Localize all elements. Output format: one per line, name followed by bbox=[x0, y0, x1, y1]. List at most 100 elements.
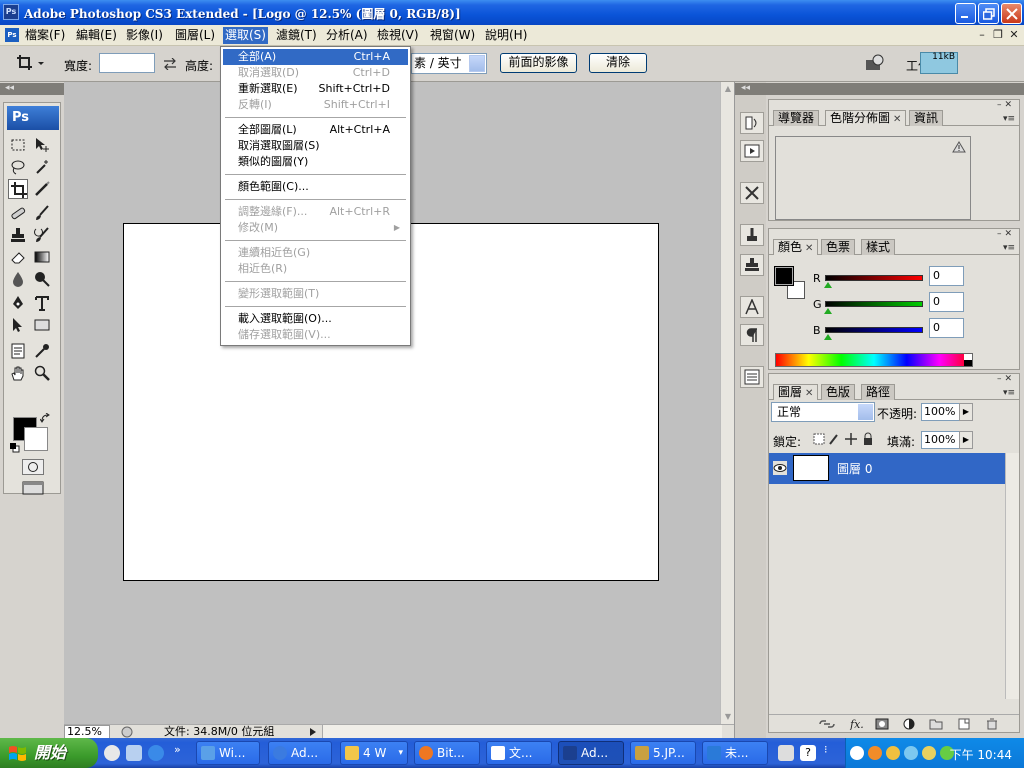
lasso-tool[interactable] bbox=[8, 157, 28, 177]
scroll-down-icon[interactable]: ▼ bbox=[723, 712, 733, 722]
actions-panel-button[interactable] bbox=[740, 140, 764, 162]
start-button[interactable]: 開始 bbox=[0, 738, 98, 768]
history-brush-tool[interactable] bbox=[32, 225, 52, 245]
menu-item-save-selection[interactable]: 儲存選取範圍(V)... bbox=[223, 327, 408, 343]
menu-file[interactable]: 檔案(F) bbox=[23, 27, 67, 44]
crop-tool-preset-icon[interactable] bbox=[16, 54, 46, 72]
status-arrow-icon[interactable] bbox=[308, 727, 318, 737]
dock-expand-arrows[interactable]: ◂◂ bbox=[735, 83, 767, 95]
doc-restore-icon[interactable]: ❐ bbox=[991, 29, 1005, 43]
taskbar-task-5[interactable]: 文... bbox=[486, 741, 552, 765]
tab-close-icon[interactable]: ✕ bbox=[805, 243, 813, 254]
tab-info[interactable]: 資訊 bbox=[909, 110, 944, 126]
tray-back-icon[interactable] bbox=[850, 746, 864, 760]
tab-swatches[interactable]: 色票 bbox=[821, 239, 856, 255]
shape-tool[interactable] bbox=[32, 315, 52, 335]
menu-item-grow[interactable]: 連續相近色(G) bbox=[223, 245, 408, 261]
blue-slider-handle[interactable] bbox=[824, 334, 832, 340]
tab-channels[interactable]: 色版 bbox=[821, 384, 856, 400]
front-image-button[interactable]: 前面的影像 bbox=[500, 53, 577, 73]
magic-wand-tool[interactable] bbox=[32, 157, 52, 177]
taskbar-task-6[interactable]: Ad... bbox=[558, 741, 624, 765]
panel-menu-icon[interactable]: ▾≡ bbox=[1003, 388, 1015, 398]
brush-tool[interactable] bbox=[32, 203, 52, 223]
zoom-level-field[interactable]: 12.5% bbox=[64, 725, 110, 739]
quicklaunch-ie-icon[interactable] bbox=[148, 745, 164, 761]
history-panel-button[interactable] bbox=[740, 112, 764, 134]
menu-filter[interactable]: 濾鏡(T) bbox=[274, 27, 319, 44]
menu-analysis[interactable]: 分析(A) bbox=[324, 27, 370, 44]
width-input[interactable] bbox=[99, 53, 155, 73]
panel-min-close-icon[interactable]: –✕ bbox=[997, 374, 1015, 384]
taskbar-task-2[interactable]: Ad... bbox=[268, 741, 332, 765]
eyedropper-tool[interactable] bbox=[32, 341, 52, 361]
layer-comps-button[interactable] bbox=[740, 366, 764, 388]
panel-menu-icon[interactable]: ▾≡ bbox=[1003, 114, 1015, 124]
keyboard-icon[interactable] bbox=[778, 745, 794, 761]
menu-item-all[interactable]: 全部(A) Ctrl+A bbox=[223, 49, 408, 65]
layer-row[interactable]: 圖層 0 bbox=[769, 453, 1005, 484]
marquee-tool[interactable] bbox=[8, 135, 28, 155]
tray-network-icon[interactable] bbox=[886, 746, 900, 760]
zoom-tool[interactable] bbox=[32, 363, 52, 383]
panel-min-close-icon[interactable]: –✕ bbox=[997, 229, 1015, 239]
tray-volume-icon[interactable] bbox=[904, 746, 918, 760]
status-menu-icon[interactable] bbox=[120, 726, 134, 738]
menu-item-all-layers[interactable]: 全部圖層(L) Alt+Ctrl+A bbox=[223, 122, 408, 138]
adjustment-layer-icon[interactable] bbox=[903, 718, 917, 730]
quicklaunch-expand-icon[interactable]: » bbox=[174, 743, 181, 756]
slice-tool[interactable] bbox=[32, 179, 52, 199]
warning-icon[interactable] bbox=[952, 141, 966, 153]
layer-visibility-eye-icon[interactable] bbox=[773, 461, 787, 475]
green-slider-handle[interactable] bbox=[824, 308, 832, 314]
menu-edit[interactable]: 編輯(E) bbox=[74, 27, 119, 44]
panel-menu-icon[interactable]: ▾≡ bbox=[1003, 243, 1015, 253]
pen-tool[interactable] bbox=[8, 293, 28, 313]
menu-item-load-selection[interactable]: 載入選取範圍(O)... bbox=[223, 311, 408, 327]
swap-dimensions-icon[interactable] bbox=[163, 58, 177, 70]
menu-item-color-range[interactable]: 顏色範圍(C)... bbox=[223, 179, 408, 195]
panel-collapse-arrows[interactable]: ◂◂ bbox=[0, 83, 64, 95]
language-bar-icon[interactable]: ⁝ bbox=[824, 743, 828, 756]
green-value-input[interactable]: 0 bbox=[929, 292, 964, 312]
tab-histogram[interactable]: 色階分佈圖 ✕ bbox=[825, 110, 907, 126]
blue-value-input[interactable]: 0 bbox=[929, 318, 964, 338]
doc-close-icon[interactable]: ✕ bbox=[1007, 29, 1021, 43]
delete-layer-icon[interactable] bbox=[985, 718, 999, 730]
panel-min-close-icon[interactable]: –✕ bbox=[997, 100, 1015, 110]
fx-icon[interactable]: fx. bbox=[849, 718, 865, 730]
menu-window[interactable]: 視窗(W) bbox=[428, 27, 477, 44]
quick-mask-button[interactable] bbox=[22, 459, 44, 475]
tab-close-icon[interactable]: ✕ bbox=[893, 114, 901, 125]
tray-security-icon[interactable] bbox=[922, 746, 936, 760]
menu-view[interactable]: 檢視(V) bbox=[375, 27, 421, 44]
clone-source-button[interactable] bbox=[740, 254, 764, 276]
quicklaunch-desktop-icon[interactable] bbox=[126, 745, 142, 761]
screen-mode-button[interactable] bbox=[22, 481, 48, 499]
layer-mask-icon[interactable] bbox=[875, 718, 889, 730]
hand-tool[interactable] bbox=[8, 363, 28, 383]
new-layer-icon[interactable] bbox=[957, 718, 971, 730]
gradient-tool[interactable] bbox=[32, 247, 52, 267]
scroll-up-icon[interactable]: ▲ bbox=[723, 84, 733, 94]
workspace-button[interactable]: 11kB bbox=[920, 52, 958, 74]
tool-presets-button[interactable] bbox=[740, 182, 764, 204]
tab-color[interactable]: 顏色 ✕ bbox=[773, 239, 819, 255]
taskbar-task-8[interactable]: 未... bbox=[702, 741, 768, 765]
blend-mode-select[interactable]: 正常 bbox=[771, 402, 875, 422]
menu-item-transform-selection[interactable]: 變形選取範圍(T) bbox=[223, 286, 408, 302]
menu-help[interactable]: 說明(H) bbox=[483, 27, 529, 44]
menu-item-inverse[interactable]: 反轉(I) Shift+Ctrl+I bbox=[223, 97, 408, 113]
default-colors-icon[interactable] bbox=[10, 443, 20, 453]
menu-select[interactable]: 選取(S) bbox=[223, 27, 268, 44]
clear-button[interactable]: 清除 bbox=[589, 53, 647, 73]
resolution-unit-select[interactable]: 素 / 英寸 bbox=[411, 53, 487, 74]
move-tool[interactable] bbox=[32, 135, 52, 155]
taskbar-task-1[interactable]: Wi... bbox=[196, 741, 260, 765]
menu-item-similar[interactable]: 相近色(R) bbox=[223, 261, 408, 277]
red-value-input[interactable]: 0 bbox=[929, 266, 964, 286]
dodge-tool[interactable] bbox=[32, 269, 52, 289]
path-selection-tool[interactable] bbox=[8, 315, 28, 335]
fill-slider-arrow-icon[interactable]: ▶ bbox=[959, 431, 973, 449]
eraser-tool[interactable] bbox=[8, 247, 28, 267]
